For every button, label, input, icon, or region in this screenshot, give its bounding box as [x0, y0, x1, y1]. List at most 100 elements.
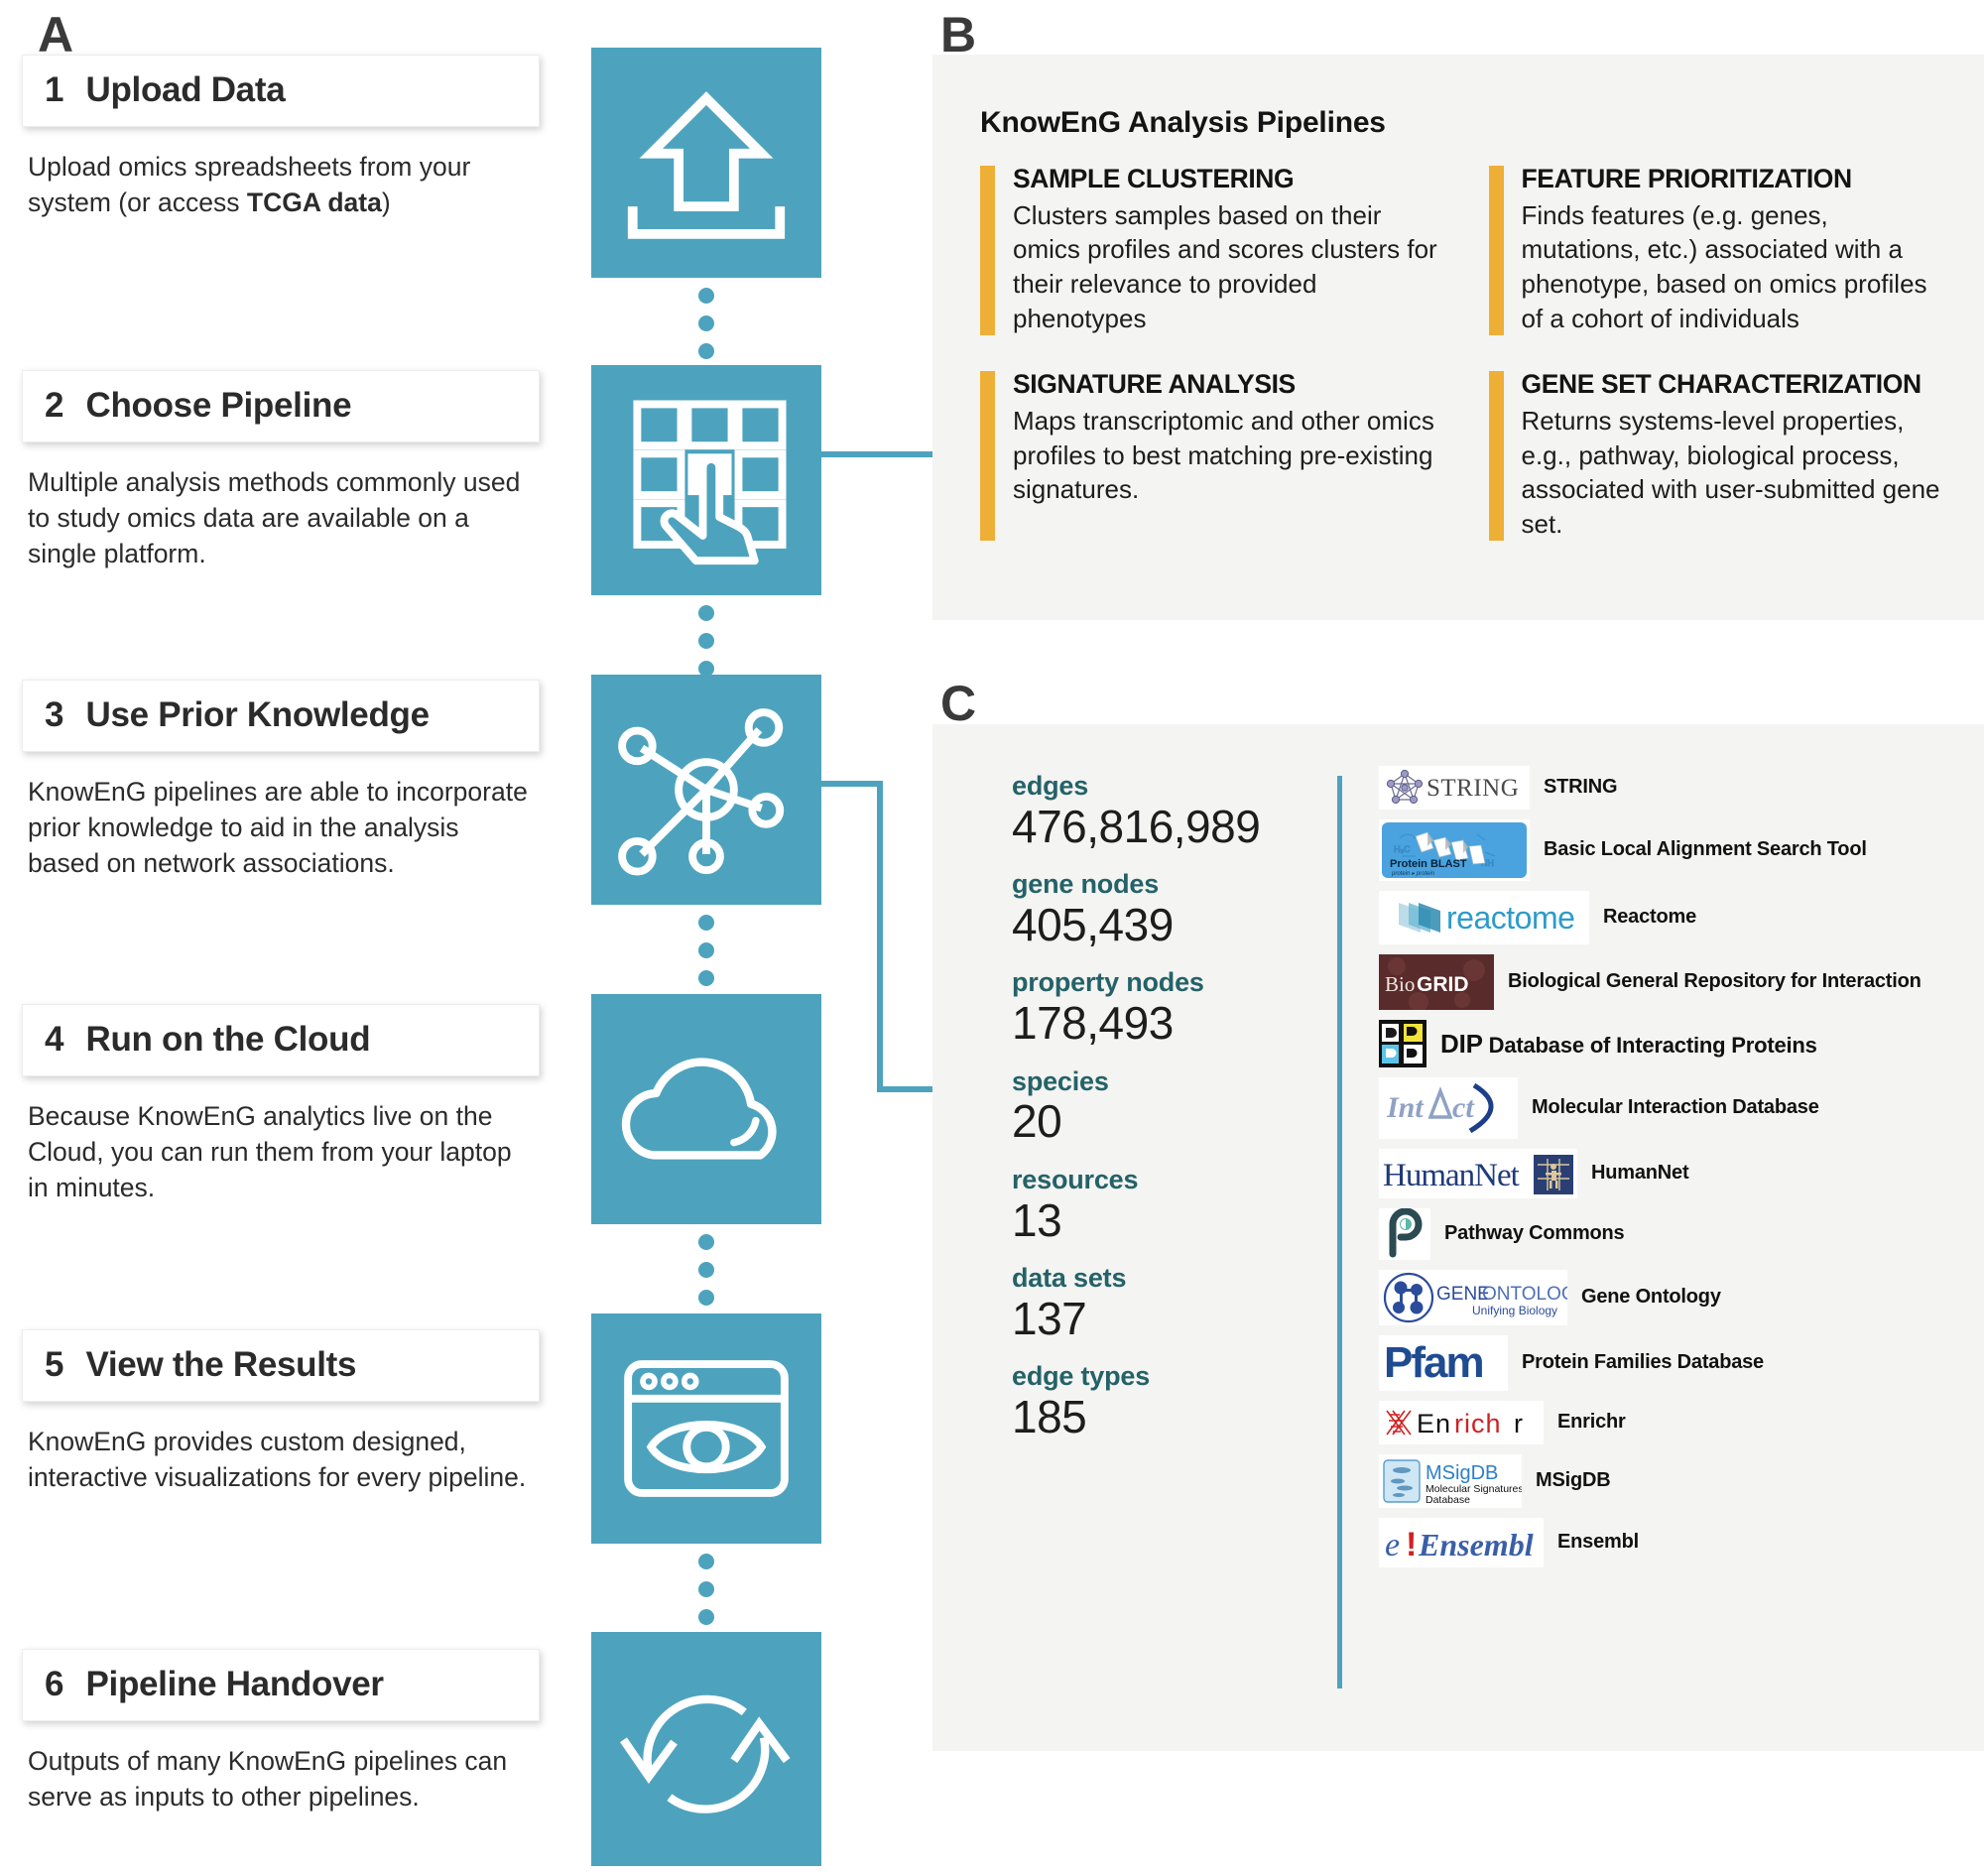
pipeline-accent-bar [980, 166, 995, 336]
stat-value: 178,493 [1012, 997, 1174, 1050]
resource-row-pathway-commons[interactable]: Pathway Commons [1379, 1208, 1964, 1260]
step-5-card[interactable]: 5 View the Results [22, 1329, 540, 1402]
panel-b-title: KnowEnG Analysis Pipelines [980, 106, 1386, 139]
panel-c-label: C [940, 676, 976, 731]
step-3-card[interactable]: 3 Use Prior Knowledge [22, 680, 540, 752]
stat-value: 405,439 [1012, 898, 1174, 950]
svg-text:Unifying Biology: Unifying Biology [1472, 1304, 1557, 1317]
step-1-title: Upload Data [85, 70, 286, 109]
step-6-card[interactable]: 6 Pipeline Handover [22, 1649, 540, 1721]
resource-row-gene-ontology[interactable]: GENE ONTOLOGY Unifying Biology Gene Onto… [1379, 1270, 1964, 1325]
resource-name: Gene Ontology [1581, 1286, 1721, 1309]
pipeline-grid: SAMPLE CLUSTERING Clusters samples based… [980, 164, 1948, 542]
resource-row-dip[interactable]: DIP Database of Interacting Proteins [1379, 1020, 1964, 1067]
step-1-card[interactable]: 1 Upload Data [22, 55, 540, 127]
dip-logo [1379, 1020, 1426, 1067]
string-logo: STRING [1379, 766, 1530, 810]
stat-gene-nodes: gene nodes 405,439 [1012, 870, 1339, 950]
pipeline-description: Maps transcriptomic and other omics prof… [1013, 405, 1434, 505]
network-statistics: edges 476,816,989 gene nodes 405,439 pro… [1012, 771, 1339, 1460]
results-icon-tile [591, 1313, 821, 1544]
resource-row-ensembl[interactable]: e ! Ensembl Ensembl [1379, 1518, 1964, 1567]
svg-text:En: En [1417, 1409, 1451, 1438]
connector-dots-2-3 [694, 605, 718, 677]
svg-text:HumanNet: HumanNet [1383, 1158, 1520, 1193]
biogrid-logo: Bio GRID [1379, 954, 1494, 1010]
connector-step2-to-panel-b [821, 451, 940, 461]
resource-row-intact[interactable]: Int ct Molecular Interaction Database [1379, 1077, 1964, 1139]
ensembl-logo: e ! Ensembl [1379, 1518, 1544, 1567]
stat-label: edges [1012, 771, 1089, 801]
svg-text:Ensembl: Ensembl [1418, 1527, 1534, 1563]
pipeline-gene-set-characterization[interactable]: GENE SET CHARACTERIZATION Returns system… [1488, 369, 1948, 542]
resource-row-humannet[interactable]: HumanNet HumanNet [1379, 1149, 1964, 1198]
step-4-description: Because KnowEnG analytics live on the Cl… [28, 1101, 512, 1203]
resource-row-string[interactable]: STRING STRING [1379, 766, 1964, 810]
pipeline-name: GENE SET CHARACTERIZATION [1521, 369, 1922, 400]
step-6-number: 6 [45, 1665, 64, 1703]
stat-species: species 20 [1012, 1065, 1339, 1148]
connector-dots-4-5 [694, 1234, 718, 1306]
pipeline-sample-clustering[interactable]: SAMPLE CLUSTERING Clusters samples based… [980, 165, 1439, 336]
svg-text:MSigDB: MSigDB [1426, 1462, 1498, 1484]
pipeline-feature-prioritization[interactable]: FEATURE PRIORITIZATION Finds features (e… [1488, 164, 1948, 336]
step-2-card[interactable]: 2 Choose Pipeline [22, 370, 540, 442]
pipeline-accent-bar [980, 371, 995, 542]
resource-name: HumanNet [1591, 1162, 1689, 1185]
svg-text:ONTOLOGY: ONTOLOGY [1482, 1284, 1567, 1305]
resource-name: Ensembl [1557, 1531, 1639, 1554]
svg-text:reactome: reactome [1446, 900, 1574, 936]
cloud-icon-tile [591, 994, 821, 1224]
pfam-logo: Pfam [1379, 1335, 1508, 1391]
pipeline-signature-analysis[interactable]: SIGNATURE ANALYSIS Maps transcriptomic a… [980, 369, 1439, 542]
resource-row-biogrid[interactable]: Bio GRID Biological General Repository f… [1379, 954, 1964, 1010]
resource-name: Molecular Interaction Database [1532, 1096, 1819, 1119]
resource-row-pfam[interactable]: Pfam Protein Families Database [1379, 1335, 1964, 1391]
svg-text:STRING: STRING [1426, 775, 1519, 802]
resource-name: Biological General Repository for Intera… [1508, 970, 1922, 993]
reactome-logo: reactome [1379, 891, 1589, 944]
msigdb-logo: MSigDB Molecular Signatures Database [1379, 1454, 1522, 1508]
cloud-icon [621, 1058, 777, 1160]
handover-icon-tile [591, 1632, 821, 1866]
step-2-description: Multiple analysis methods commonly used … [28, 467, 521, 569]
svg-text:protein ▸ protein: protein ▸ protein [1391, 871, 1435, 877]
step-2-title: Choose Pipeline [85, 386, 352, 425]
stat-label: data sets [1012, 1263, 1127, 1294]
resource-name: STRING [1544, 776, 1618, 799]
pipeline-description: Returns systems-level properties, e.g., … [1521, 405, 1940, 539]
svg-text:GRID: GRID [1417, 973, 1469, 996]
resource-row-enrichr[interactable]: En rich r Enrichr [1379, 1401, 1964, 1444]
connector-dots-1-2 [694, 288, 718, 359]
stat-value: 185 [1012, 1390, 1087, 1442]
resource-row-blast[interactable]: H₃C NH Protein BLAST protein ▸ protein B… [1379, 819, 1964, 881]
resource-name: Basic Local Alignment Search Tool [1544, 838, 1867, 861]
workflow-steps-panel: 1 Upload Data Upload omics spreadsheets … [0, 0, 556, 1876]
network-icon [618, 708, 785, 876]
step-6: 6 Pipeline Handover Outputs of many Know… [22, 1649, 540, 1814]
step-5-number: 5 [45, 1345, 64, 1384]
svg-text:H₃C: H₃C [1394, 844, 1411, 854]
pathwaycommons-logo [1379, 1208, 1430, 1260]
svg-text:Int: Int [1386, 1091, 1425, 1124]
step-3-number: 3 [45, 695, 64, 734]
stat-label: species [1012, 1065, 1109, 1096]
resource-row-reactome[interactable]: reactome Reactome [1379, 891, 1964, 944]
upload-icon [627, 91, 786, 239]
panel-b-label: B [940, 7, 976, 63]
svg-text:r: r [1514, 1409, 1523, 1438]
stat-edge-types: edge types 185 [1012, 1362, 1339, 1442]
humannet-logo: HumanNet [1379, 1149, 1577, 1198]
stat-label: resources [1012, 1164, 1139, 1194]
svg-text:Bio: Bio [1385, 972, 1415, 996]
step-1-number: 1 [45, 70, 64, 109]
pipeline-accent-bar [1488, 371, 1504, 542]
resource-row-msigdb[interactable]: MSigDB Molecular Signatures Database MSi… [1379, 1454, 1964, 1508]
vertical-divider [1337, 776, 1342, 1688]
pipeline-name: FEATURE PRIORITIZATION [1521, 164, 1853, 193]
geneontology-logo: GENE ONTOLOGY Unifying Biology [1379, 1270, 1567, 1325]
step-4-card[interactable]: 4 Run on the Cloud [22, 1004, 540, 1076]
pipeline-name: SIGNATURE ANALYSIS [1013, 369, 1296, 400]
resource-name: Reactome [1603, 906, 1696, 929]
intact-logo: Int ct [1379, 1077, 1518, 1139]
